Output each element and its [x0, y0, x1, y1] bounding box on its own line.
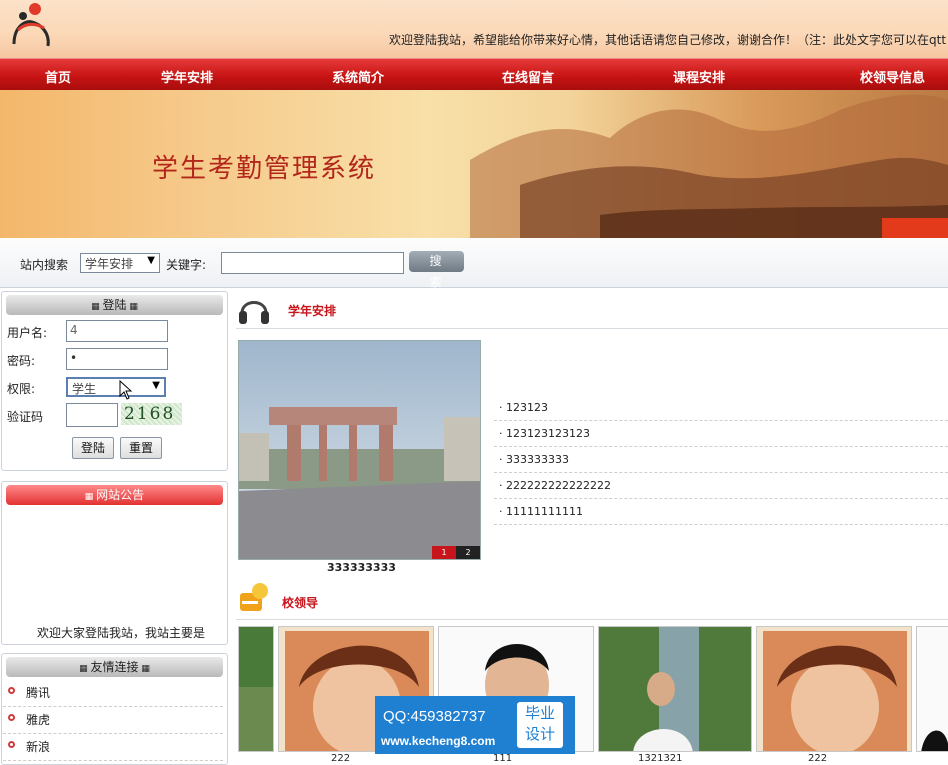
leader-photo[interactable] — [598, 626, 752, 752]
link-text[interactable]: 雅虎 — [26, 711, 50, 728]
main-nav: 首页 学年安排 系统简介 在线留言 课程安排 校领导信息 — [0, 58, 948, 90]
welcome-marquee: 欢迎登陆我站，希望能给你带来好心情，其他话语请您自己修改，谢谢合作！（注：此处文… — [389, 33, 947, 47]
username-label: 用户名: — [7, 326, 48, 340]
link-item[interactable]: 新浪 — [3, 735, 223, 761]
nav-guestbook[interactable]: 在线留言 — [502, 67, 554, 86]
link-item[interactable]: 雅虎 — [3, 708, 223, 734]
portrait-photo — [599, 627, 751, 751]
login-button[interactable]: 登陆 — [72, 437, 114, 459]
site-logo — [12, 3, 50, 47]
nav-about[interactable]: 系统简介 — [332, 67, 384, 86]
banner-landscape — [470, 94, 948, 238]
leader-photo[interactable] — [916, 626, 948, 752]
search-label: 站内搜索 — [20, 258, 69, 272]
watermark-qq: QQ:459382737 — [383, 708, 486, 725]
keyword-label: 关键字: — [166, 258, 207, 272]
slide-caption: 333333333 — [327, 561, 396, 574]
grid-icon: ▦ — [138, 664, 150, 674]
captcha-image[interactable]: 2168 — [121, 403, 182, 425]
watermark-tag-line1: 毕业 — [524, 704, 555, 722]
watermark-tag-line2: 设计 — [524, 725, 555, 743]
chevron-down-icon: ▼ — [152, 380, 160, 391]
leader-photo[interactable] — [238, 626, 274, 752]
campus-gate-photo — [239, 341, 480, 559]
links-header: ▦ 友情连接 ▦ — [6, 657, 223, 677]
leaders-section-header — [236, 580, 948, 620]
slide-page-button[interactable]: 2 — [456, 546, 480, 559]
news-item[interactable]: · 11111111111 — [494, 499, 948, 525]
captcha-input[interactable] — [66, 403, 118, 427]
grid-icon: ▦ — [91, 302, 103, 312]
system-title: 学生考勤管理系统 — [152, 154, 377, 184]
announcement-header: ▦ 网站公告 — [6, 485, 223, 505]
link-item[interactable]: 腾讯 — [3, 681, 223, 707]
search-category-value: 学年安排 — [85, 257, 134, 271]
schedule-title: 学年安排 — [288, 304, 337, 318]
leader-caption: 222 — [808, 753, 828, 764]
announcement-panel: ▦ 网站公告 — [1, 481, 228, 645]
news-item[interactable]: · 222222222222222 — [494, 473, 948, 499]
role-label: 权限: — [7, 382, 36, 396]
keyword-input[interactable] — [221, 252, 404, 274]
slide-pager: 1 2 — [432, 546, 480, 559]
search-button[interactable]: 搜 索 — [409, 251, 464, 289]
username-input[interactable]: 4 — [66, 320, 168, 342]
links-title: 友情连接 — [90, 660, 139, 674]
nav-home[interactable]: 首页 — [45, 67, 71, 86]
leader-caption: 111 — [493, 753, 513, 764]
mouse-cursor-icon — [119, 380, 133, 400]
role-value: 学生 — [72, 382, 97, 396]
news-item[interactable]: · 123123123123 — [494, 421, 948, 447]
announcement-text: 欢迎大家登陆我站，我站主要是 — [37, 626, 206, 640]
search-category-select[interactable]: 学年安排 ▼ — [80, 253, 160, 273]
leader-caption: 1321321 — [638, 753, 683, 764]
reset-button[interactable]: 重置 — [120, 437, 162, 459]
watermark-badge: QQ:459382737 www.kecheng8.com 毕业 设计 — [375, 696, 575, 754]
login-title: 登陆 — [102, 298, 127, 312]
news-item[interactable]: · 123123 — [494, 395, 948, 421]
watermark-tag: 毕业 设计 — [517, 702, 563, 748]
portrait-photo — [757, 627, 911, 751]
link-text[interactable]: 新浪 — [26, 738, 50, 755]
grid-icon: ▦ — [79, 664, 91, 674]
bullet-icon — [8, 741, 15, 748]
chevron-down-icon: ▼ — [147, 255, 155, 266]
slide-page-button[interactable]: 1 — [432, 546, 456, 559]
link-text[interactable]: 腾讯 — [26, 684, 50, 701]
leader-caption: 222 — [331, 753, 351, 764]
announcement-title: 网站公告 — [96, 488, 145, 502]
grid-icon: ▦ — [84, 492, 97, 502]
headphones-icon — [239, 301, 269, 324]
news-item[interactable]: · 333333333 — [494, 447, 948, 473]
bullet-icon — [8, 687, 15, 694]
captcha-label: 验证码 — [7, 410, 44, 424]
portrait-photo — [917, 627, 948, 751]
top-header: 欢迎登陆我站，希望能给你带来好心情，其他话语请您自己修改，谢谢合作！（注：此处文… — [0, 0, 948, 58]
bullet-icon — [8, 714, 15, 721]
schedule-section-header — [236, 289, 948, 329]
password-label: 密码: — [7, 354, 36, 368]
nav-courses[interactable]: 课程安排 — [673, 67, 725, 86]
banner: 学生考勤管理系统 — [0, 90, 948, 238]
leader-photo[interactable] — [756, 626, 912, 752]
role-select[interactable]: 学生 ▼ — [66, 377, 166, 397]
landscape-photo — [239, 627, 273, 751]
watermark-site: www.kecheng8.com — [381, 734, 496, 748]
nav-schedule[interactable]: 学年安排 — [161, 67, 213, 86]
password-input[interactable]: • — [66, 348, 168, 370]
grid-icon: ▦ — [126, 302, 138, 312]
login-panel-header: ▦ 登陆 ▦ — [6, 295, 223, 315]
campus-slideshow[interactable]: 1 2 — [238, 340, 481, 560]
nav-leaders[interactable]: 校领导信息 — [860, 67, 925, 86]
